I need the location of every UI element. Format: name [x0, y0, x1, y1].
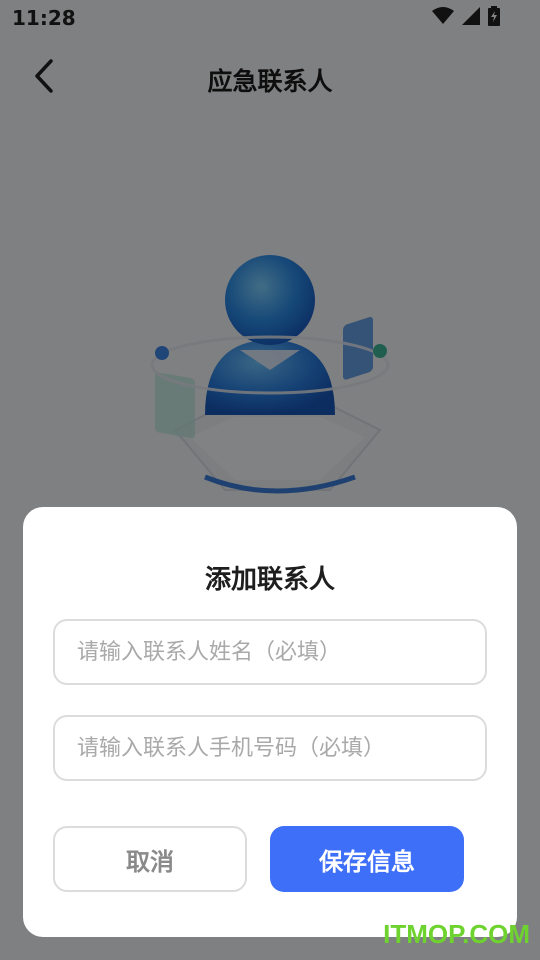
contact-phone-input[interactable] [55, 717, 485, 779]
contact-phone-field [53, 715, 487, 781]
save-button[interactable]: 保存信息 [270, 826, 464, 892]
site-watermark: ITMOP.COM [383, 919, 530, 949]
add-contact-dialog: 添加联系人 取消 保存信息 [23, 507, 517, 937]
contact-name-field [53, 619, 487, 685]
contact-name-input[interactable] [55, 621, 485, 683]
dialog-title: 添加联系人 [204, 565, 335, 595]
cancel-button[interactable]: 取消 [53, 826, 247, 892]
